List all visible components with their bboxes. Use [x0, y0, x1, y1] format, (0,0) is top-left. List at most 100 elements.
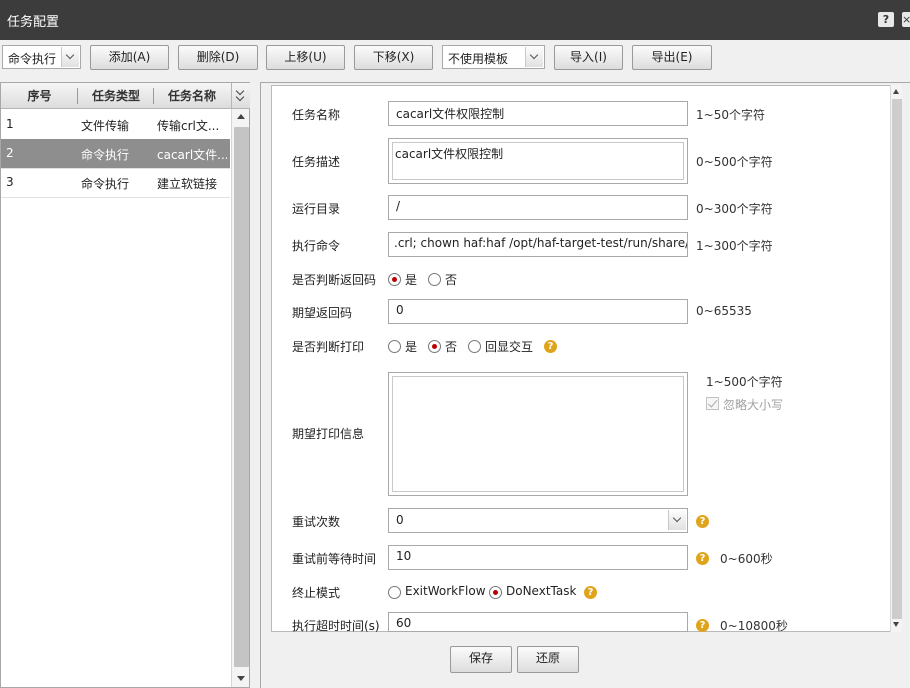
check-print-no-radio[interactable]	[428, 340, 441, 353]
row-name: 传输crl文...	[157, 119, 220, 133]
check-print-echo-radio[interactable]	[468, 340, 481, 353]
help-icon[interactable]: ?	[696, 552, 709, 565]
table-row-selected[interactable]: 2 命令执行 cacarl文件...	[1, 139, 230, 169]
stop-mode-next-radio[interactable]	[489, 586, 502, 599]
row-index: 3	[6, 175, 14, 189]
run-dir-hint: 0~300个字符	[696, 202, 773, 216]
import-button[interactable]: 导入(I)	[554, 45, 623, 70]
column-header-type[interactable]: 任务类型	[78, 83, 154, 109]
export-button[interactable]: 导出(E)	[632, 45, 712, 70]
retry-count-select[interactable]: 0	[388, 508, 688, 533]
row-index: 1	[6, 117, 14, 131]
scrollbar-thumb[interactable]	[234, 127, 249, 667]
column-header-index[interactable]: 序号	[1, 83, 78, 109]
stop-mode-next-label: DoNextTask	[506, 584, 577, 598]
expected-print-textarea[interactable]	[388, 372, 688, 496]
check-print-yes-radio[interactable]	[388, 340, 401, 353]
row-type: 命令执行	[81, 148, 130, 162]
window-title: 任务配置	[7, 15, 60, 30]
ignore-case-label: 忽略大小写	[723, 398, 784, 412]
command-label: 执行命令	[292, 239, 341, 253]
scroll-down-icon[interactable]	[237, 676, 245, 681]
task-desc-hint: 0~500个字符	[696, 155, 773, 169]
table-row[interactable]: 3 命令执行 建立软链接	[1, 168, 230, 198]
help-icon[interactable]: ?	[878, 12, 894, 27]
scroll-down-icon[interactable]	[893, 622, 899, 627]
chevron-down-icon[interactable]	[61, 47, 79, 67]
expected-return-hint: 0~65535	[696, 304, 752, 318]
task-form: 任务名称 cacarl文件权限控制 1~50个字符 任务描述 cacarl文件权…	[271, 85, 900, 633]
run-dir-input[interactable]: /	[388, 195, 688, 220]
timeout-hint: 0~10800秒	[720, 619, 788, 633]
delete-button[interactable]: 删除(D)	[178, 45, 258, 70]
expected-return-input[interactable]: 0	[388, 299, 688, 324]
ignore-case-checkbox[interactable]	[706, 397, 719, 410]
check-print-yes-label: 是	[405, 340, 418, 354]
stop-mode-exit-radio[interactable]	[388, 586, 401, 599]
timeout-label: 执行超时时间(s)	[292, 619, 380, 633]
row-type: 文件传输	[81, 119, 130, 133]
chevron-down-icon[interactable]	[668, 510, 686, 530]
row-name: 建立软链接	[157, 177, 218, 191]
help-icon[interactable]: ?	[544, 340, 557, 353]
check-print-echo-label: 回显交互	[485, 340, 534, 354]
task-name-hint: 1~50个字符	[696, 108, 765, 122]
task-detail-panel: 任务名称 cacarl文件权限控制 1~50个字符 任务描述 cacarl文件权…	[260, 82, 910, 688]
expected-return-label: 期望返回码	[292, 306, 353, 320]
check-return-no-radio[interactable]	[428, 273, 441, 286]
task-type-select[interactable]: 命令执行	[2, 45, 81, 69]
help-icon[interactable]: ?	[584, 586, 597, 599]
retry-wait-label: 重试前等待时间	[292, 552, 377, 566]
check-print-label: 是否判断打印	[292, 340, 365, 354]
retry-wait-hint: 0~600秒	[720, 552, 773, 566]
retry-count-value: 0	[396, 513, 404, 527]
expected-print-label: 期望打印信息	[292, 427, 365, 441]
form-scrollbar[interactable]	[890, 85, 902, 632]
scroll-up-icon[interactable]	[893, 89, 899, 94]
retry-wait-input[interactable]: 10	[388, 545, 688, 570]
retry-count-label: 重试次数	[292, 515, 341, 529]
restore-button[interactable]: 还原	[517, 646, 579, 673]
task-type-value: 命令执行	[8, 52, 57, 66]
help-icon[interactable]: ?	[696, 619, 709, 632]
task-desc-label: 任务描述	[292, 155, 341, 169]
column-header-name[interactable]: 任务名称	[154, 83, 230, 109]
task-table-header: 序号 任务类型 任务名称	[1, 83, 231, 109]
stop-mode-exit-label: ExitWorkFlow	[405, 584, 486, 598]
row-name: cacarl文件...	[157, 148, 227, 162]
task-name-input[interactable]: cacarl文件权限控制	[388, 101, 688, 126]
column-menu-icon[interactable]	[231, 83, 250, 109]
close-icon[interactable]: ×	[902, 12, 910, 27]
expected-print-value	[392, 376, 684, 492]
check-print-no-label: 否	[445, 340, 458, 354]
check-return-yes-label: 是	[405, 273, 418, 287]
stop-mode-label: 终止模式	[292, 586, 341, 600]
task-name-label: 任务名称	[292, 108, 341, 122]
task-list-scrollbar[interactable]	[231, 109, 249, 687]
scroll-up-icon[interactable]	[237, 114, 245, 119]
scrollbar-thumb[interactable]	[892, 99, 902, 619]
table-row[interactable]: 1 文件传输 传输crl文...	[1, 110, 230, 140]
command-input[interactable]: .crl; chown haf:haf /opt/haf-target-test…	[388, 232, 688, 257]
row-type: 命令执行	[81, 177, 130, 191]
task-desc-textarea[interactable]: cacarl文件权限控制	[388, 138, 688, 184]
command-hint: 1~300个字符	[696, 239, 773, 253]
row-index: 2	[6, 146, 14, 160]
move-up-button[interactable]: 上移(U)	[266, 45, 345, 70]
task-list-panel: 序号 任务类型 任务名称 1 文件传输 传输crl文... 2 命令执行 cac…	[0, 82, 250, 688]
check-return-label: 是否判断返回码	[292, 273, 377, 287]
template-value: 不使用模板	[448, 52, 509, 66]
chevron-down-icon[interactable]	[525, 47, 543, 67]
title-bar: 任务配置 ? ×	[0, 0, 910, 40]
timeout-input[interactable]: 60	[388, 612, 688, 632]
run-dir-label: 运行目录	[292, 202, 341, 216]
expected-print-hint: 1~500个字符	[706, 375, 783, 389]
template-select[interactable]: 不使用模板	[442, 45, 545, 69]
save-button[interactable]: 保存	[450, 646, 512, 673]
move-down-button[interactable]: 下移(X)	[354, 45, 433, 70]
add-button[interactable]: 添加(A)	[90, 45, 169, 70]
task-desc-value: cacarl文件权限控制	[392, 142, 684, 180]
check-return-no-label: 否	[445, 273, 458, 287]
help-icon[interactable]: ?	[696, 515, 709, 528]
check-return-yes-radio[interactable]	[388, 273, 401, 286]
